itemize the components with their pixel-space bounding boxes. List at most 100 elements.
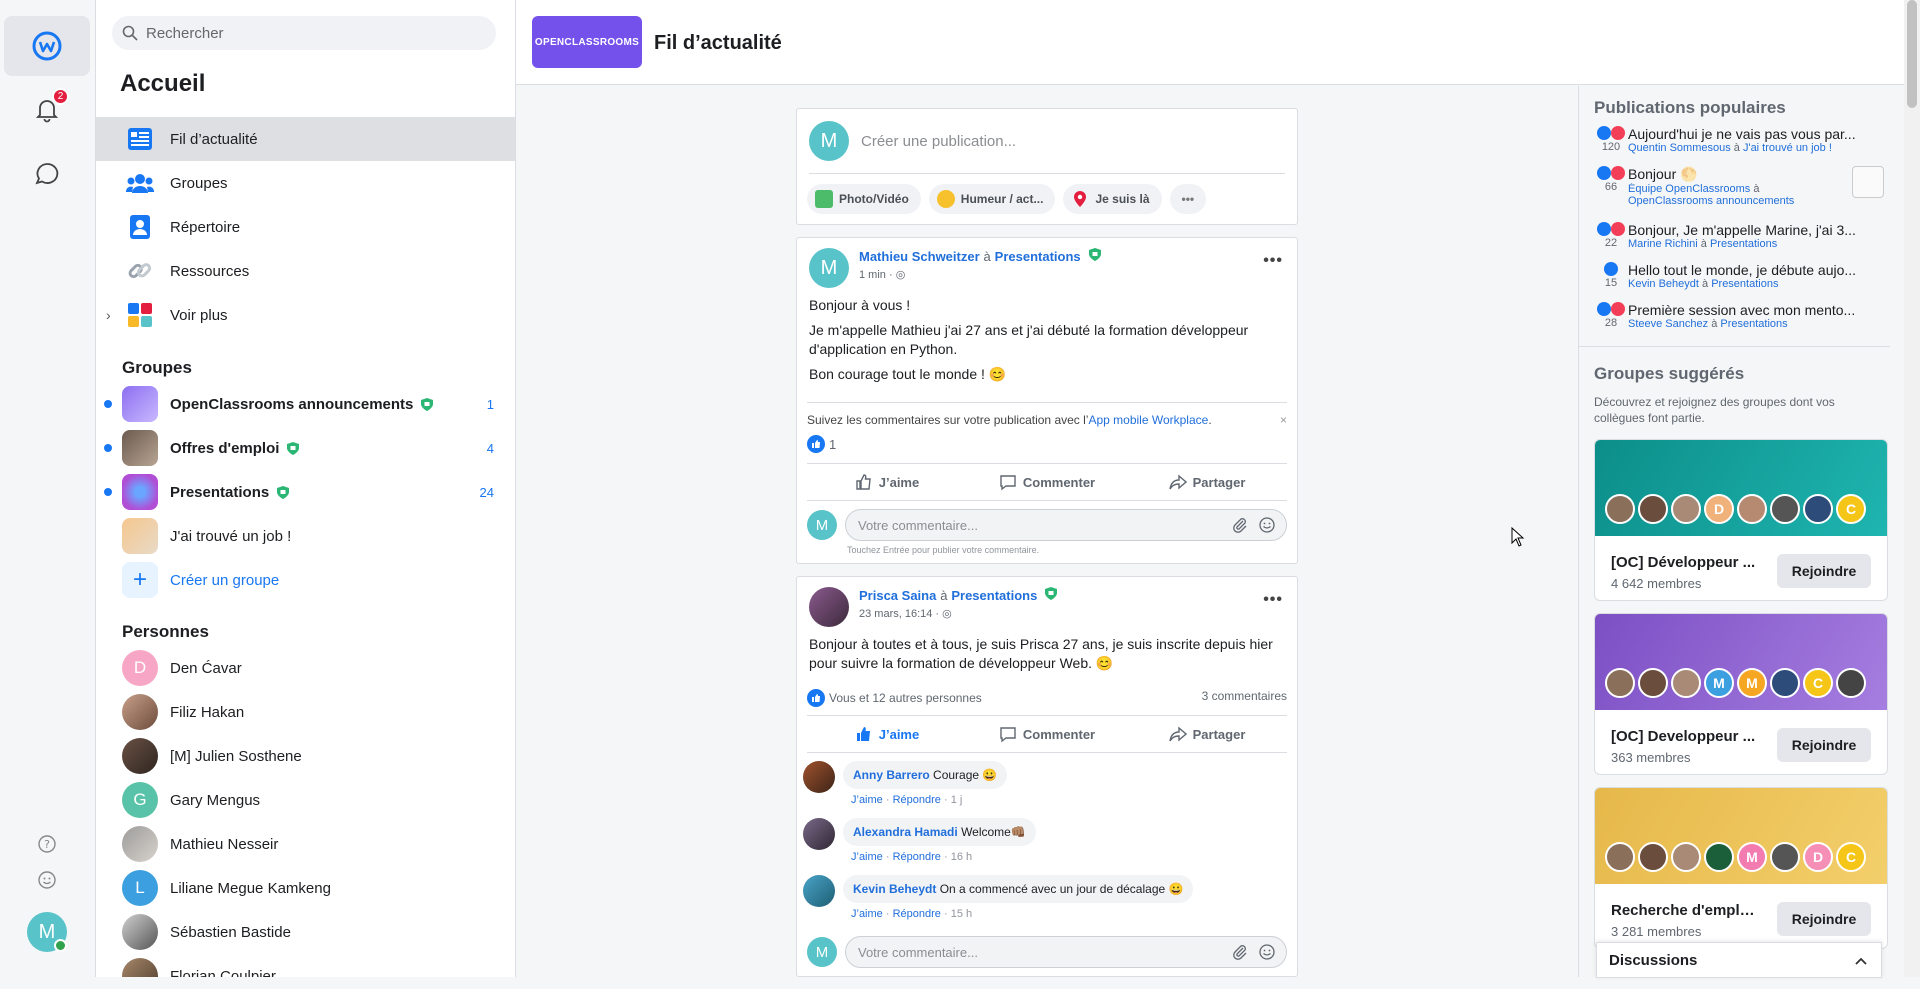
person-item[interactable]: Mathieu Nesseir bbox=[96, 822, 515, 866]
person-item[interactable]: Florian Coulpier bbox=[96, 954, 515, 977]
like-button[interactable]: J’aime bbox=[807, 725, 967, 743]
comment-time[interactable]: 1 j bbox=[951, 794, 963, 806]
nav-item-groups[interactable]: Groupes bbox=[96, 161, 515, 205]
post-timestamp[interactable]: 23 mars, 16:14 · bbox=[859, 608, 939, 620]
comment-button[interactable]: Commenter bbox=[967, 473, 1127, 491]
comment-like-link[interactable]: J’aime bbox=[851, 908, 883, 920]
sidebar-group-openclassrooms-announcements[interactable]: OpenClassrooms announcements 1 bbox=[96, 382, 515, 426]
discussions-dock[interactable]: Discussions bbox=[1596, 942, 1882, 978]
post-author-link[interactable]: Prisca Saina bbox=[859, 588, 936, 603]
popular-post-item[interactable]: 15 Hello tout le monde, je débute aujo..… bbox=[1594, 262, 1884, 302]
comment-time[interactable]: 15 h bbox=[951, 908, 972, 920]
nav-item-directory[interactable]: Répertoire bbox=[96, 205, 515, 249]
nav-item-newsfeed[interactable]: Fil d’actualité bbox=[96, 117, 515, 161]
group-name[interactable]: Recherche d'emplo... bbox=[1611, 902, 1761, 919]
author-avatar[interactable] bbox=[809, 587, 849, 627]
attachment-icon[interactable] bbox=[1232, 944, 1248, 960]
profile-avatar-button[interactable]: M bbox=[27, 912, 67, 952]
comment-input[interactable]: Votre commentaire... bbox=[845, 936, 1287, 968]
search-input[interactable]: Rechercher bbox=[112, 16, 496, 50]
post-author-link[interactable]: Mathieu Schweitzer bbox=[859, 249, 980, 264]
group-name[interactable]: [OC] Développeur ... bbox=[1611, 554, 1761, 571]
nav-item-resources[interactable]: Ressources bbox=[96, 249, 515, 293]
comment-button[interactable]: Commenter bbox=[967, 725, 1127, 743]
company-logo[interactable]: OPENCLASSROOMS bbox=[532, 16, 642, 68]
group-name[interactable]: [OC] Developpeur ... bbox=[1611, 728, 1761, 745]
commenter-name[interactable]: Kevin Beheydt bbox=[853, 882, 936, 896]
sidebar-group-presentations[interactable]: Presentations 24 bbox=[96, 470, 515, 514]
popular-post-item[interactable]: 22 Bonjour, Je m'appelle Marine, j'ai 3.… bbox=[1594, 222, 1884, 262]
post-author-link[interactable]: Marine Richini bbox=[1628, 238, 1698, 250]
sidebar-group-job-offers[interactable]: Offres d'emploi 4 bbox=[96, 426, 515, 470]
group-cover-image[interactable]: MM C bbox=[1595, 614, 1887, 710]
nav-item-see-more[interactable]: › Voir plus bbox=[96, 293, 515, 337]
post-group-link[interactable]: Presentations bbox=[951, 588, 1037, 603]
comment-like-link[interactable]: J’aime bbox=[851, 794, 883, 806]
popular-post-item[interactable]: 66 Bonjour 🌕 Équipe OpenClassrooms à Open… bbox=[1594, 166, 1884, 222]
commenter-name[interactable]: Alexandra Hamadi bbox=[853, 825, 958, 839]
sidebar-group-found-job[interactable]: J'ai trouvé un job ! bbox=[96, 514, 515, 558]
commenter-avatar[interactable] bbox=[803, 761, 835, 793]
chevron-up-icon[interactable] bbox=[1853, 953, 1869, 969]
popular-post-item[interactable]: 120 Aujourd'hui je ne vais pas vous par.… bbox=[1594, 126, 1884, 166]
post-menu-button[interactable]: ••• bbox=[1263, 591, 1283, 609]
commenter-avatar[interactable] bbox=[803, 875, 835, 907]
post-author-link[interactable]: Équipe OpenClassrooms bbox=[1628, 183, 1750, 195]
post-group-link[interactable]: Presentations bbox=[1720, 318, 1787, 330]
emoji-icon[interactable] bbox=[1258, 943, 1276, 961]
comment-time[interactable]: 16 h bbox=[951, 851, 972, 863]
help-button[interactable]: ? bbox=[4, 824, 90, 864]
person-item[interactable]: D Den Ćavar bbox=[96, 646, 515, 690]
post-author-link[interactable]: Kevin Beheydt bbox=[1628, 278, 1699, 290]
more-options-button[interactable]: ••• bbox=[1169, 184, 1207, 214]
post-group-link[interactable]: OpenClassrooms announcements bbox=[1628, 195, 1794, 207]
create-post-input[interactable]: Créer une publication... bbox=[861, 133, 1016, 150]
close-icon[interactable]: × bbox=[1280, 413, 1287, 427]
comments-count-link[interactable]: 3 commentaires bbox=[1202, 689, 1287, 707]
reactions-summary[interactable]: Vous et 12 autres personnes bbox=[829, 691, 982, 705]
feeling-activity-button[interactable]: Humeur / act... bbox=[928, 184, 1056, 214]
like-button[interactable]: J’aime bbox=[807, 473, 967, 491]
person-item[interactable]: [M] Julien Sosthene bbox=[96, 734, 515, 778]
scrollbar-thumb[interactable] bbox=[1907, 0, 1917, 108]
feedback-button[interactable] bbox=[4, 860, 90, 900]
workplace-home-button[interactable] bbox=[4, 16, 90, 76]
check-in-button[interactable]: Je suis là bbox=[1063, 184, 1162, 214]
notifications-button[interactable] bbox=[4, 80, 90, 140]
person-item[interactable]: L Liliane Megue Kamkeng bbox=[96, 866, 515, 910]
post-timestamp[interactable]: 1 min · bbox=[859, 269, 893, 281]
post-group-link[interactable]: Presentations bbox=[995, 249, 1081, 264]
group-cover-image[interactable]: M DC bbox=[1595, 788, 1887, 884]
commenter-avatar[interactable] bbox=[803, 818, 835, 850]
author-avatar[interactable]: M bbox=[809, 248, 849, 288]
share-button[interactable]: Partager bbox=[1127, 473, 1287, 491]
share-button[interactable]: Partager bbox=[1127, 725, 1287, 743]
comment-like-link[interactable]: J’aime bbox=[851, 851, 883, 863]
comment-input[interactable]: Votre commentaire... bbox=[845, 509, 1287, 541]
post-menu-button[interactable]: ••• bbox=[1263, 252, 1283, 270]
post-group-link[interactable]: Presentations bbox=[1711, 278, 1778, 290]
comment-reply-link[interactable]: Répondre bbox=[893, 908, 941, 920]
attachment-icon[interactable] bbox=[1232, 517, 1248, 533]
join-group-button[interactable]: Rejoindre bbox=[1777, 728, 1871, 762]
post-group-link[interactable]: Presentations bbox=[1710, 238, 1777, 250]
post-author-link[interactable]: Steeve Sanchez bbox=[1628, 318, 1708, 330]
person-item[interactable]: G Gary Mengus bbox=[96, 778, 515, 822]
commenter-name[interactable]: Anny Barrero bbox=[853, 768, 930, 782]
join-group-button[interactable]: Rejoindre bbox=[1777, 554, 1871, 588]
mobile-app-link[interactable]: App mobile Workplace bbox=[1088, 413, 1208, 427]
emoji-icon[interactable] bbox=[1258, 516, 1276, 534]
like-count[interactable]: 1 bbox=[829, 437, 836, 452]
post-group-link[interactable]: J'ai trouvé un job ! bbox=[1743, 142, 1832, 154]
create-group-button[interactable]: + Créer un groupe bbox=[96, 558, 515, 602]
comment-reply-link[interactable]: Répondre bbox=[893, 851, 941, 863]
join-group-button[interactable]: Rejoindre bbox=[1777, 902, 1871, 936]
chat-button[interactable] bbox=[4, 144, 90, 204]
page-scrollbar[interactable] bbox=[1904, 0, 1920, 977]
person-item[interactable]: Filiz Hakan bbox=[96, 690, 515, 734]
comment-reply-link[interactable]: Répondre bbox=[893, 794, 941, 806]
group-cover-image[interactable]: DC bbox=[1595, 440, 1887, 536]
popular-post-item[interactable]: 28 Première session avec mon mento... Ste… bbox=[1594, 302, 1884, 342]
person-item[interactable]: Sébastien Bastide bbox=[96, 910, 515, 954]
post-author-link[interactable]: Quentin Sommesous bbox=[1628, 142, 1731, 154]
